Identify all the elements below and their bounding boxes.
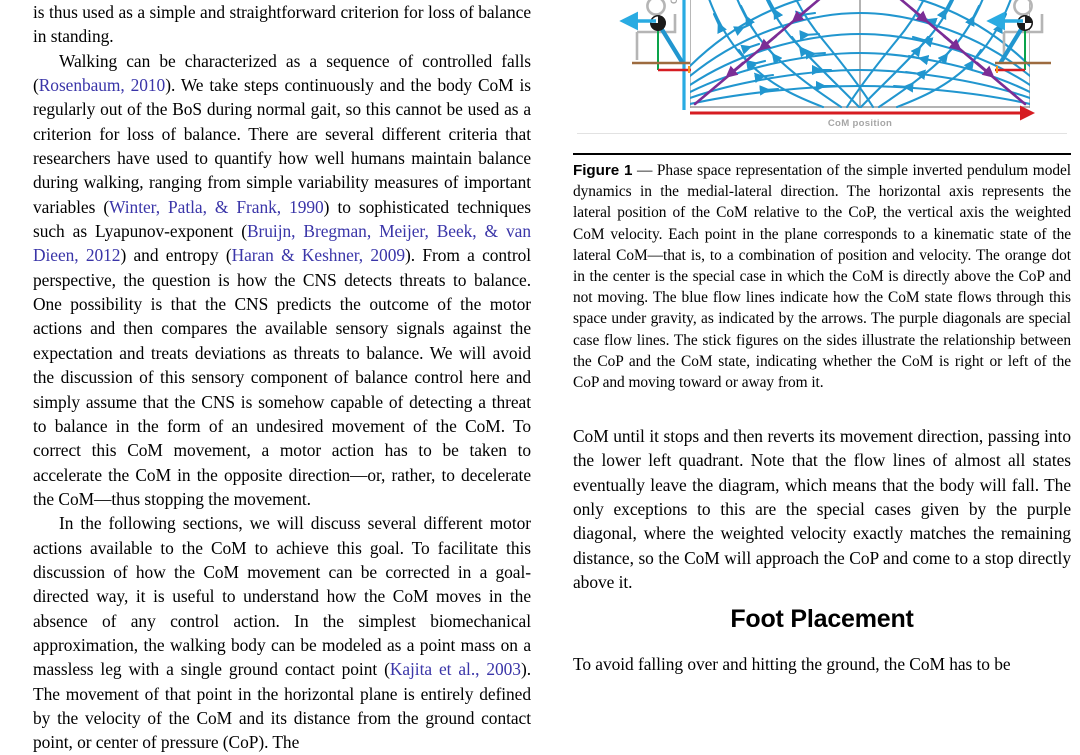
caption-body: Phase space representation of the simple… xyxy=(573,162,1071,392)
citation-link[interactable]: Winter, Patla, & Frank, 1990 xyxy=(109,197,324,217)
body-text-run: In the following sections, we will discu… xyxy=(33,513,531,680)
citation-link[interactable]: Kajita et al., 2003 xyxy=(390,659,521,679)
right-column: CoM CoM position xyxy=(573,0,1071,674)
y-axis-label: CoM xyxy=(669,0,680,4)
paragraph-com-stops-reverts: CoM until it stops and then reverts its … xyxy=(573,426,1071,593)
paragraph-balance-standing: is thus used as a simple and straightfor… xyxy=(33,0,531,49)
caption-dash: — xyxy=(632,162,657,179)
com-marker-left xyxy=(650,15,666,31)
body-text-run: ). From a control perspective, the quest… xyxy=(33,245,532,509)
citation-link[interactable]: Haran & Keshner, 2009 xyxy=(232,245,405,265)
citation-link[interactable]: Rosenbaum, 2010 xyxy=(39,75,166,95)
paragraph-walking-controlled-falls: Walking can be characterized as a sequen… xyxy=(33,49,531,512)
body-text-run: ) and entropy ( xyxy=(120,245,232,266)
caption-label: Figure 1 xyxy=(573,162,633,179)
body-text-run: is thus used as a simple and straightfor… xyxy=(33,2,531,47)
section-heading-foot-placement: Foot Placement xyxy=(730,605,914,633)
x-axis-label: CoM position xyxy=(828,118,892,129)
body-text-run: ). We take steps continuously and the bo… xyxy=(33,75,531,217)
caption-top-rule xyxy=(573,153,1071,156)
figure-1-caption: Figure 1 — Phase space representation of… xyxy=(573,160,1071,393)
figure-bottom-divider xyxy=(577,133,1067,134)
com-marker-right xyxy=(1017,15,1033,31)
left-text-column: is thus used as a simple and straightfor… xyxy=(33,0,531,755)
paragraph-avoid-falling: To avoid falling over and hitting the gr… xyxy=(573,654,1011,674)
journal-page: is thus used as a simple and straightfor… xyxy=(0,0,1080,752)
figure-1-graphic: CoM CoM position xyxy=(573,0,1071,140)
paragraph-following-sections: In the following sections, we will discu… xyxy=(33,511,531,754)
